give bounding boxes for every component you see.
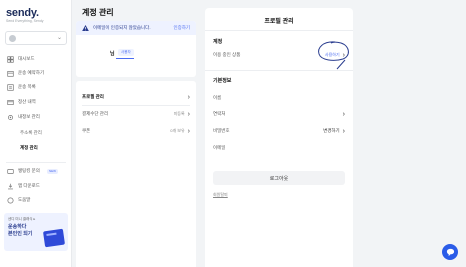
chat-icon bbox=[446, 248, 454, 256]
email-verify-banner: 이메일이 인증되지 않았습니다. 인증하기 bbox=[76, 21, 196, 35]
dashboard-icon bbox=[6, 55, 14, 63]
menu-item-value: 미등록 bbox=[173, 111, 185, 116]
warning-icon bbox=[82, 25, 89, 31]
download-icon bbox=[6, 182, 14, 190]
sidebar-item-my-info[interactable]: 내정보 관리 bbox=[6, 112, 40, 122]
chevron-right-icon: › bbox=[342, 51, 345, 59]
user-underline bbox=[116, 58, 134, 59]
section-title-account: 계정 bbox=[213, 39, 223, 45]
chat-button[interactable] bbox=[442, 244, 458, 260]
chevron-right-icon: › bbox=[187, 110, 190, 118]
chevron-right-icon: › bbox=[342, 127, 345, 135]
section-title-basic: 기본정보 bbox=[213, 78, 232, 84]
sidebar-item-label: 내정보 관리 bbox=[18, 114, 40, 119]
row-label: 연락처 bbox=[213, 111, 226, 116]
chevron-right-icon: › bbox=[187, 93, 190, 101]
email-verify-message: 이메일이 인증되지 않았습니다. bbox=[93, 25, 151, 30]
sidebar-item-booking[interactable]: 운송 예약하기 bbox=[6, 68, 44, 78]
row-label: 비밀번호 bbox=[213, 128, 230, 133]
profile-row-email: 이메일 bbox=[213, 143, 345, 153]
account-summary-card: 이메일이 인증되지 않았습니다. 인증하기 님 사용자 bbox=[76, 21, 196, 77]
sidebar-item-label: 도움말 bbox=[18, 197, 31, 202]
row-label: 이용 중인 상품 bbox=[213, 52, 241, 57]
sidebar-item-help[interactable]: 도움말 bbox=[6, 195, 30, 205]
row-label: 이름 bbox=[213, 95, 222, 100]
sidebar-item-label: 운송 목록 bbox=[18, 84, 36, 89]
profile-row-phone[interactable]: 연락처 › bbox=[213, 109, 345, 119]
account-menu-card: 프로필 관리 › 결제수단 관리 미등록 › 쿠폰 0개 보유 › bbox=[76, 81, 196, 267]
logout-button[interactable]: 로그아웃 bbox=[213, 171, 345, 185]
withdraw-link[interactable]: 회원탈퇴 bbox=[213, 192, 228, 198]
user-role-badge: 사용자 bbox=[118, 49, 134, 56]
promo-banner[interactable]: 센디 미니 클래식 ▸ 운송하다 본인인 되기 bbox=[4, 213, 68, 251]
profile-row-password[interactable]: 비밀번호 변경하기 › bbox=[213, 126, 345, 136]
verify-link[interactable]: 인증하기 bbox=[173, 25, 190, 31]
avatar bbox=[9, 35, 16, 42]
row-label: 이메일 bbox=[213, 145, 226, 150]
sidebar-item-settlement[interactable]: 정산 내역 bbox=[6, 97, 36, 107]
sidebar-item-label: 대시보드 bbox=[18, 56, 35, 61]
divider bbox=[6, 162, 66, 163]
app-root: sendy. Send Everything, Sendy ⌄ 대시보드 운송 … bbox=[0, 0, 466, 267]
menu-item-value: 0개 보유 bbox=[170, 128, 185, 133]
sidebar-subitem-account[interactable]: 계정 관리 bbox=[20, 145, 38, 151]
new-badge: NEW bbox=[46, 168, 58, 174]
menu-item-label: 프로필 관리 bbox=[82, 94, 104, 99]
row-value: 사용하기 bbox=[324, 52, 340, 57]
sidebar-subitem-address-book[interactable]: 주소록 관리 bbox=[20, 130, 42, 136]
promo-caption: 센디 미니 클래식 ▸ bbox=[8, 217, 36, 221]
profile-panel: 프로필 관리 계정 이용 중인 상품 사용하기 › 기본정보 이름 연락처 › … bbox=[205, 8, 353, 267]
receipt-icon bbox=[6, 98, 14, 106]
divider bbox=[82, 105, 190, 106]
user-name: 님 bbox=[110, 51, 115, 57]
sidebar-item-label: 쌩팅킹 문의 bbox=[18, 168, 40, 173]
calendar-icon bbox=[6, 69, 14, 77]
user-selector[interactable]: ⌄ bbox=[5, 31, 67, 45]
tagline: Send Everything, Sendy bbox=[6, 19, 44, 23]
sidebar-item-shipments[interactable]: 운송 목록 bbox=[6, 82, 36, 92]
menu-item-label: 쿠폰 bbox=[82, 128, 91, 133]
panel-title: 프로필 관리 bbox=[264, 19, 294, 25]
chevron-down-icon: ⌄ bbox=[56, 35, 62, 41]
help-icon bbox=[6, 196, 14, 204]
sidebar-item-label: 정산 내역 bbox=[18, 99, 36, 104]
promo-card-image bbox=[42, 228, 66, 248]
row-value: 변경하기 bbox=[323, 128, 340, 133]
gear-icon bbox=[6, 113, 14, 121]
profile-row-name: 이름 bbox=[213, 93, 345, 103]
sidebar-item-inquiry[interactable]: 쌩팅킹 문의 NEW bbox=[6, 166, 58, 176]
sidebar-item-label: 운송 예약하기 bbox=[18, 70, 45, 75]
chevron-right-icon: › bbox=[342, 110, 345, 118]
sidebar-item-dashboard[interactable]: 대시보드 bbox=[6, 54, 35, 64]
divider bbox=[205, 30, 353, 31]
sidebar-item-label: 앱 다운로드 bbox=[18, 183, 40, 188]
profile-row-subscription[interactable]: 이용 중인 상품 사용하기 › bbox=[213, 50, 345, 60]
page-title: 계정 관리 bbox=[82, 8, 114, 17]
menu-item-coupon[interactable]: 쿠폰 0개 보유 › bbox=[82, 126, 190, 136]
question-icon bbox=[6, 167, 14, 175]
divider bbox=[205, 70, 353, 71]
logo[interactable]: sendy. bbox=[6, 7, 39, 19]
menu-item-payment[interactable]: 결제수단 관리 미등록 › bbox=[82, 109, 190, 119]
chevron-right-icon: › bbox=[187, 127, 190, 135]
menu-item-profile[interactable]: 프로필 관리 › bbox=[82, 92, 190, 102]
menu-item-label: 결제수단 관리 bbox=[82, 111, 109, 116]
sidebar: sendy. Send Everything, Sendy ⌄ 대시보드 운송 … bbox=[0, 0, 72, 267]
list-icon bbox=[6, 83, 14, 91]
sidebar-item-app-download[interactable]: 앱 다운로드 bbox=[6, 181, 40, 191]
promo-title: 운송하다 본인인 되기 bbox=[8, 224, 33, 237]
